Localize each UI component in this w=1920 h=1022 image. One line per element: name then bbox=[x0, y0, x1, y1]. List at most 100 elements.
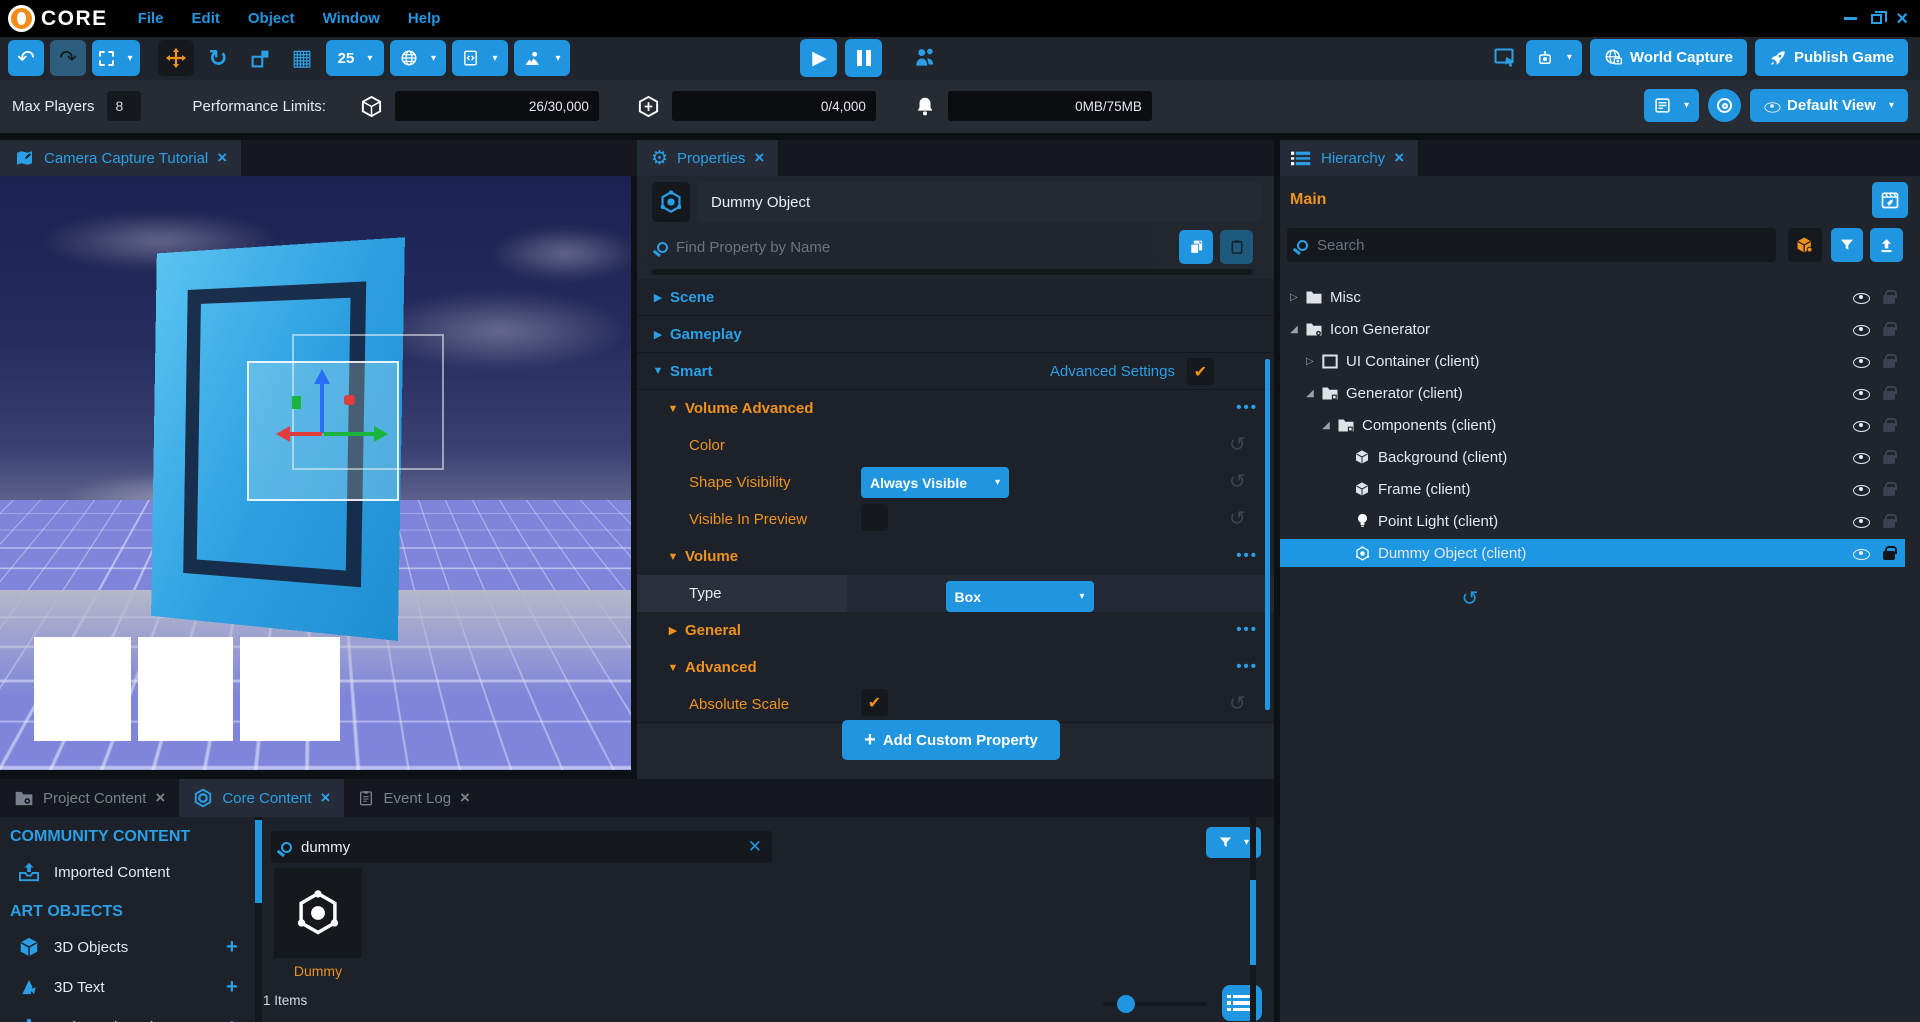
rotate-tool-button[interactable]: ↻ bbox=[200, 40, 236, 76]
section-scene[interactable]: ▶ Scene bbox=[637, 279, 1274, 316]
bot-capture-dropdown[interactable]: ▾ bbox=[1526, 40, 1582, 76]
tab-close-icon[interactable]: × bbox=[754, 148, 764, 168]
clear-search-icon[interactable]: ✕ bbox=[748, 837, 762, 857]
tree-item-background[interactable]: Background (client) bbox=[1280, 443, 1905, 471]
tree-item-point-light[interactable]: Point Light (client) bbox=[1280, 507, 1905, 535]
visibility-icon[interactable] bbox=[1853, 353, 1869, 369]
gizmo-z-axis[interactable] bbox=[320, 383, 324, 433]
screen-capture-icon[interactable] bbox=[1492, 46, 1518, 70]
group-volume[interactable]: ▼ Volume ••• bbox=[637, 538, 1274, 575]
visibility-icon[interactable] bbox=[1853, 385, 1869, 401]
tab-hierarchy[interactable]: Hierarchy × bbox=[1280, 140, 1418, 176]
hierarchy-export-button[interactable] bbox=[1870, 228, 1903, 262]
scale-tool-button[interactable] bbox=[242, 40, 278, 76]
tab-camera-capture-tutorial[interactable]: Camera Capture Tutorial × bbox=[0, 140, 241, 176]
tree-item-ui-container[interactable]: ▷ UI Container (client) bbox=[1280, 347, 1905, 375]
type-dropdown[interactable]: Box▾ bbox=[946, 581, 1094, 612]
lock-icon[interactable] bbox=[1883, 551, 1895, 560]
add-custom-property-button[interactable]: + Add Custom Property bbox=[842, 720, 1060, 760]
tab-close-icon[interactable]: × bbox=[155, 788, 165, 808]
select-mode-dropdown[interactable]: ▾ bbox=[92, 40, 140, 76]
visibility-icon[interactable] bbox=[1853, 545, 1869, 561]
play-button[interactable]: ▶ bbox=[800, 39, 837, 77]
script-dropdown[interactable]: ▾ bbox=[452, 40, 508, 76]
visibility-icon[interactable] bbox=[1853, 513, 1869, 529]
tree-item-icon-generator[interactable]: ◢ Icon Generator bbox=[1280, 315, 1905, 343]
sidebar-scrollbar-thumb[interactable] bbox=[255, 820, 262, 903]
focus-target-button[interactable] bbox=[1708, 89, 1741, 122]
visibility-icon[interactable] bbox=[1853, 449, 1869, 465]
absolute-scale-checkbox[interactable]: ✔ bbox=[861, 689, 888, 716]
visibility-icon[interactable] bbox=[1853, 481, 1869, 497]
reset-icon[interactable]: ↺ bbox=[1229, 469, 1246, 494]
object-name-input[interactable] bbox=[698, 182, 1261, 222]
publish-game-button[interactable]: Publish Game bbox=[1755, 39, 1908, 76]
lock-icon[interactable] bbox=[1883, 423, 1895, 432]
reset-icon[interactable]: ↺ bbox=[1462, 586, 1479, 611]
properties-scrollbar[interactable] bbox=[1265, 359, 1270, 710]
snap-size-dropdown[interactable]: 25▾ bbox=[326, 40, 384, 76]
menu-help[interactable]: Help bbox=[408, 10, 441, 27]
group-general[interactable]: ▶ General ••• bbox=[637, 612, 1274, 649]
multiplayer-preview-icon[interactable] bbox=[912, 45, 938, 71]
group-volume-advanced[interactable]: ▼ Volume Advanced ••• bbox=[637, 390, 1274, 427]
expand-icon[interactable]: ▷ bbox=[1286, 292, 1302, 303]
undo-button[interactable]: ↶ bbox=[8, 40, 44, 76]
collapse-icon[interactable]: ◢ bbox=[1286, 324, 1302, 335]
reset-icon[interactable]: ↺ bbox=[1229, 432, 1246, 457]
restore-button[interactable] bbox=[1871, 14, 1882, 24]
collapse-icon[interactable]: ◢ bbox=[1318, 420, 1334, 431]
sidebar-item-3d-objects[interactable]: 3D Objects + bbox=[0, 932, 255, 962]
group-menu-button[interactable]: ••• bbox=[1236, 399, 1258, 416]
shape-visibility-dropdown[interactable]: Always Visible▾ bbox=[861, 467, 1009, 498]
tab-event-log[interactable]: Event Log × bbox=[344, 779, 484, 817]
move-tool-button[interactable] bbox=[158, 40, 194, 76]
expand-icon[interactable]: ▷ bbox=[1302, 356, 1318, 367]
grid-snap-toggle[interactable]: ▦ bbox=[284, 40, 320, 76]
scene-root-label[interactable]: Main bbox=[1290, 191, 1326, 209]
world-mode-dropdown[interactable]: ▾ bbox=[390, 40, 446, 76]
add-animated-meshes-icon[interactable]: + bbox=[226, 1016, 238, 1022]
lock-icon[interactable] bbox=[1883, 391, 1895, 400]
visibility-icon[interactable] bbox=[1853, 321, 1869, 337]
reset-icon[interactable]: ↺ bbox=[1229, 691, 1246, 716]
collapse-icon[interactable]: ◢ bbox=[1302, 388, 1318, 399]
visible-in-preview-checkbox[interactable] bbox=[861, 504, 888, 531]
section-gameplay[interactable]: ▶ Gameplay bbox=[637, 316, 1274, 353]
add-3d-text-icon[interactable]: + bbox=[226, 976, 238, 999]
add-3d-objects-icon[interactable]: + bbox=[226, 936, 238, 959]
tree-item-misc[interactable]: ▷ Misc bbox=[1280, 283, 1905, 311]
world-capture-button[interactable]: World Capture bbox=[1590, 39, 1747, 76]
thumbnail-size-slider-thumb[interactable] bbox=[1117, 995, 1135, 1013]
layout-save-dropdown[interactable]: ▾ bbox=[1644, 89, 1699, 122]
group-advanced[interactable]: ▼ Advanced ••• bbox=[637, 649, 1274, 686]
reset-icon[interactable]: ↺ bbox=[1229, 506, 1246, 531]
network-context-button[interactable] bbox=[1788, 228, 1822, 262]
section-smart[interactable]: ▼ Smart Advanced Settings ✔ bbox=[637, 353, 1274, 390]
scene-capture-button[interactable] bbox=[1872, 182, 1908, 218]
tree-item-frame[interactable]: Frame (client) bbox=[1280, 475, 1905, 503]
tab-close-icon[interactable]: × bbox=[217, 148, 227, 168]
tab-properties[interactable]: ⚙ Properties × bbox=[637, 140, 778, 176]
find-property-input[interactable] bbox=[676, 239, 1153, 256]
visibility-icon[interactable] bbox=[1853, 289, 1869, 305]
player-start-dropdown[interactable]: ▾ bbox=[514, 40, 570, 76]
group-menu-button[interactable]: ••• bbox=[1236, 547, 1258, 564]
advanced-settings-checkbox[interactable]: ✔ bbox=[1187, 358, 1214, 385]
lock-icon[interactable] bbox=[1883, 327, 1895, 336]
asset-tile-dummy[interactable] bbox=[274, 868, 362, 958]
redo-button[interactable]: ↷ bbox=[50, 40, 86, 76]
max-players-input[interactable] bbox=[107, 91, 141, 121]
content-scrollbar-thumb[interactable] bbox=[1250, 880, 1256, 965]
default-view-dropdown[interactable]: Default View▾ bbox=[1750, 89, 1908, 122]
tab-core-content[interactable]: Core Content × bbox=[179, 779, 344, 817]
hierarchy-search-input[interactable] bbox=[1317, 237, 1776, 254]
lock-icon[interactable] bbox=[1883, 359, 1895, 368]
view-mode-button[interactable] bbox=[1222, 985, 1262, 1021]
gizmo-y-axis[interactable] bbox=[324, 432, 374, 436]
tree-item-components[interactable]: ◢ Components (client) bbox=[1280, 411, 1905, 439]
scene-viewport[interactable] bbox=[0, 176, 631, 770]
menu-file[interactable]: File bbox=[138, 10, 164, 27]
lock-icon[interactable] bbox=[1883, 487, 1895, 496]
tab-close-icon[interactable]: × bbox=[1394, 148, 1404, 168]
